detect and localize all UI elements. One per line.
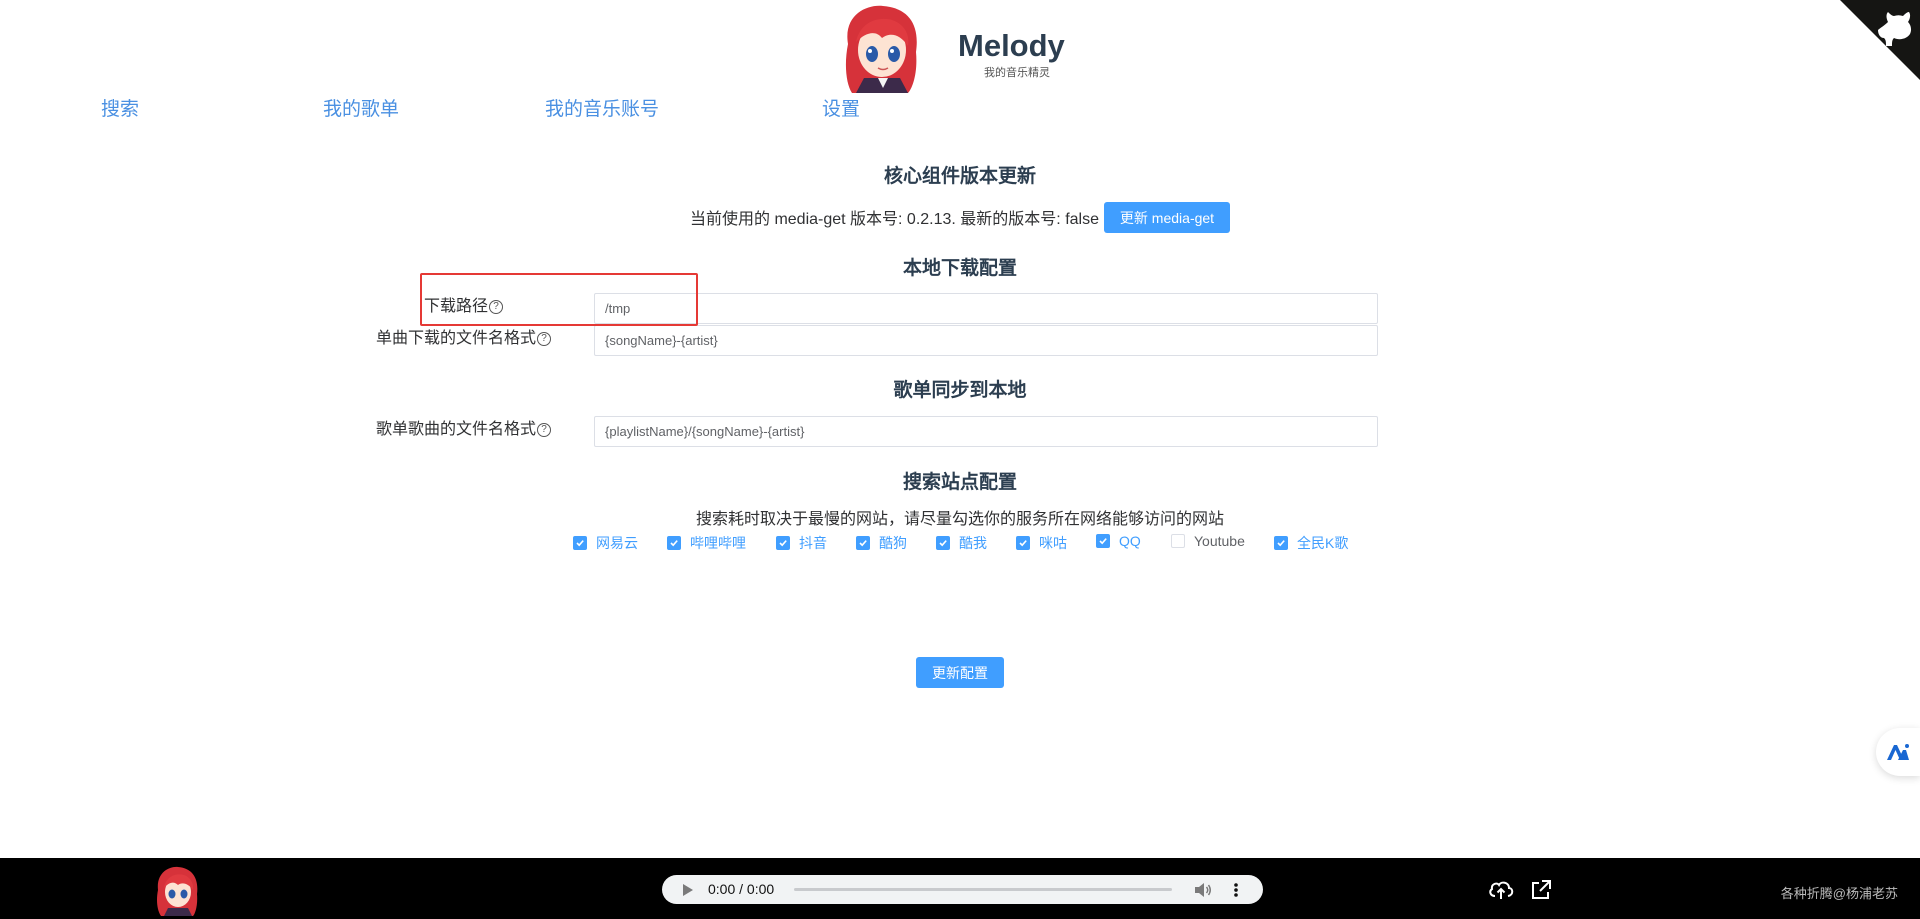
site-checkbox-kge[interactable]: 全民K歌 [1274,533,1348,553]
song-filename-label-text: 单曲下载的文件名格式 [376,330,537,347]
checkbox-checked-icon[interactable] [936,536,950,550]
audio-player: 0:00 / 0:00 [662,875,1263,904]
side-assistant-button[interactable] [1876,728,1920,776]
footer-player-bar: 0:00 / 0:00 各种折腾@杨浦老苏 [0,858,1920,919]
search-sites-tip: 搜索耗时取决于最慢的网站，请尽量勾选你的服务所在网络能够访问的网站 [695,511,1224,528]
nav-settings[interactable]: 设置 [822,94,860,121]
song-filename-input[interactable] [594,325,1378,356]
site-checkbox-netease[interactable]: 网易云 [573,533,638,553]
nav-search[interactable]: 搜索 [101,94,139,121]
site-checkbox-kuwo[interactable]: 酷我 [936,533,987,553]
playlist-filename-label: 歌单歌曲的文件名格式? [376,415,552,439]
play-icon[interactable] [682,883,694,897]
checkbox-checked-icon[interactable] [1274,536,1288,550]
save-config-button[interactable]: 更新配置 [916,657,1004,688]
progress-track[interactable] [794,888,1172,891]
download-config-title: 本地下载配置 [902,258,1017,279]
app-title: Melody [958,28,1065,63]
main-nav: 搜索 我的歌单 我的音乐账号 设置 [0,94,1920,121]
site-label: 酷狗 [879,535,907,551]
site-label: 咪咕 [1039,535,1067,551]
site-label: 哔哩哔哩 [690,535,746,551]
site-label: 抖音 [799,535,827,551]
anime-avatar-logo [845,5,917,93]
highlight-annotation-box [420,273,698,326]
help-icon[interactable]: ? [537,331,552,346]
site-label: 网易云 [596,535,638,551]
header: Melody 我的音乐精灵 [0,0,1920,95]
site-checkbox-youtube[interactable]: Youtube [1171,533,1245,549]
playback-time: 0:00 / 0:00 [708,881,775,897]
external-link-icon[interactable] [1530,879,1552,901]
site-checkbox-qq[interactable]: QQ [1096,533,1141,549]
ai-assistant-icon [1887,744,1909,760]
checkbox-checked-icon[interactable] [573,536,587,550]
app-subtitle: 我的音乐精灵 [984,67,1050,79]
core-update-title: 核心组件版本更新 [883,166,1036,187]
checkbox-checked-icon[interactable] [776,536,790,550]
nav-music-accounts[interactable]: 我的音乐账号 [545,94,659,121]
checkbox-checked-icon[interactable] [667,536,681,550]
update-media-get-button[interactable]: 更新 media-get [1104,202,1230,233]
playlist-filename-input[interactable] [594,416,1378,447]
more-options-icon[interactable] [1233,882,1239,898]
cloud-upload-icon[interactable] [1488,879,1514,901]
footer-avatar[interactable] [154,866,200,916]
github-cat-icon[interactable] [1840,0,1920,80]
checkbox-checked-icon[interactable] [856,536,870,550]
checkbox-checked-icon[interactable] [1016,536,1030,550]
checkbox-unchecked-icon[interactable] [1171,534,1185,548]
volume-icon[interactable] [1194,882,1212,898]
site-label: QQ [1119,533,1141,549]
playlist-sync-title: 歌单同步到本地 [893,380,1027,401]
site-label: 酷我 [959,535,987,551]
download-path-input[interactable] [594,293,1378,324]
site-checkbox-migu[interactable]: 咪咕 [1016,533,1067,553]
search-sites-title: 搜索站点配置 [902,472,1017,493]
site-checkbox-kugou[interactable]: 酷狗 [856,533,907,553]
site-label: 全民K歌 [1297,535,1349,551]
site-label: Youtube [1194,533,1245,549]
playlist-filename-label-text: 歌单歌曲的文件名格式 [376,421,537,438]
song-filename-label: 单曲下载的文件名格式? [376,324,552,348]
checkbox-checked-icon[interactable] [1096,534,1110,548]
site-checkbox-douyin[interactable]: 抖音 [776,533,827,553]
footer-credit: 各种折腾@杨浦老苏 [1780,886,1898,901]
nav-my-playlists[interactable]: 我的歌单 [323,94,399,121]
site-checkbox-bilibili[interactable]: 哔哩哔哩 [667,533,746,553]
help-icon[interactable]: ? [537,422,552,437]
version-text: 当前使用的 media-get 版本号: 0.2.13. 最新的版本号: fal… [690,211,1099,228]
